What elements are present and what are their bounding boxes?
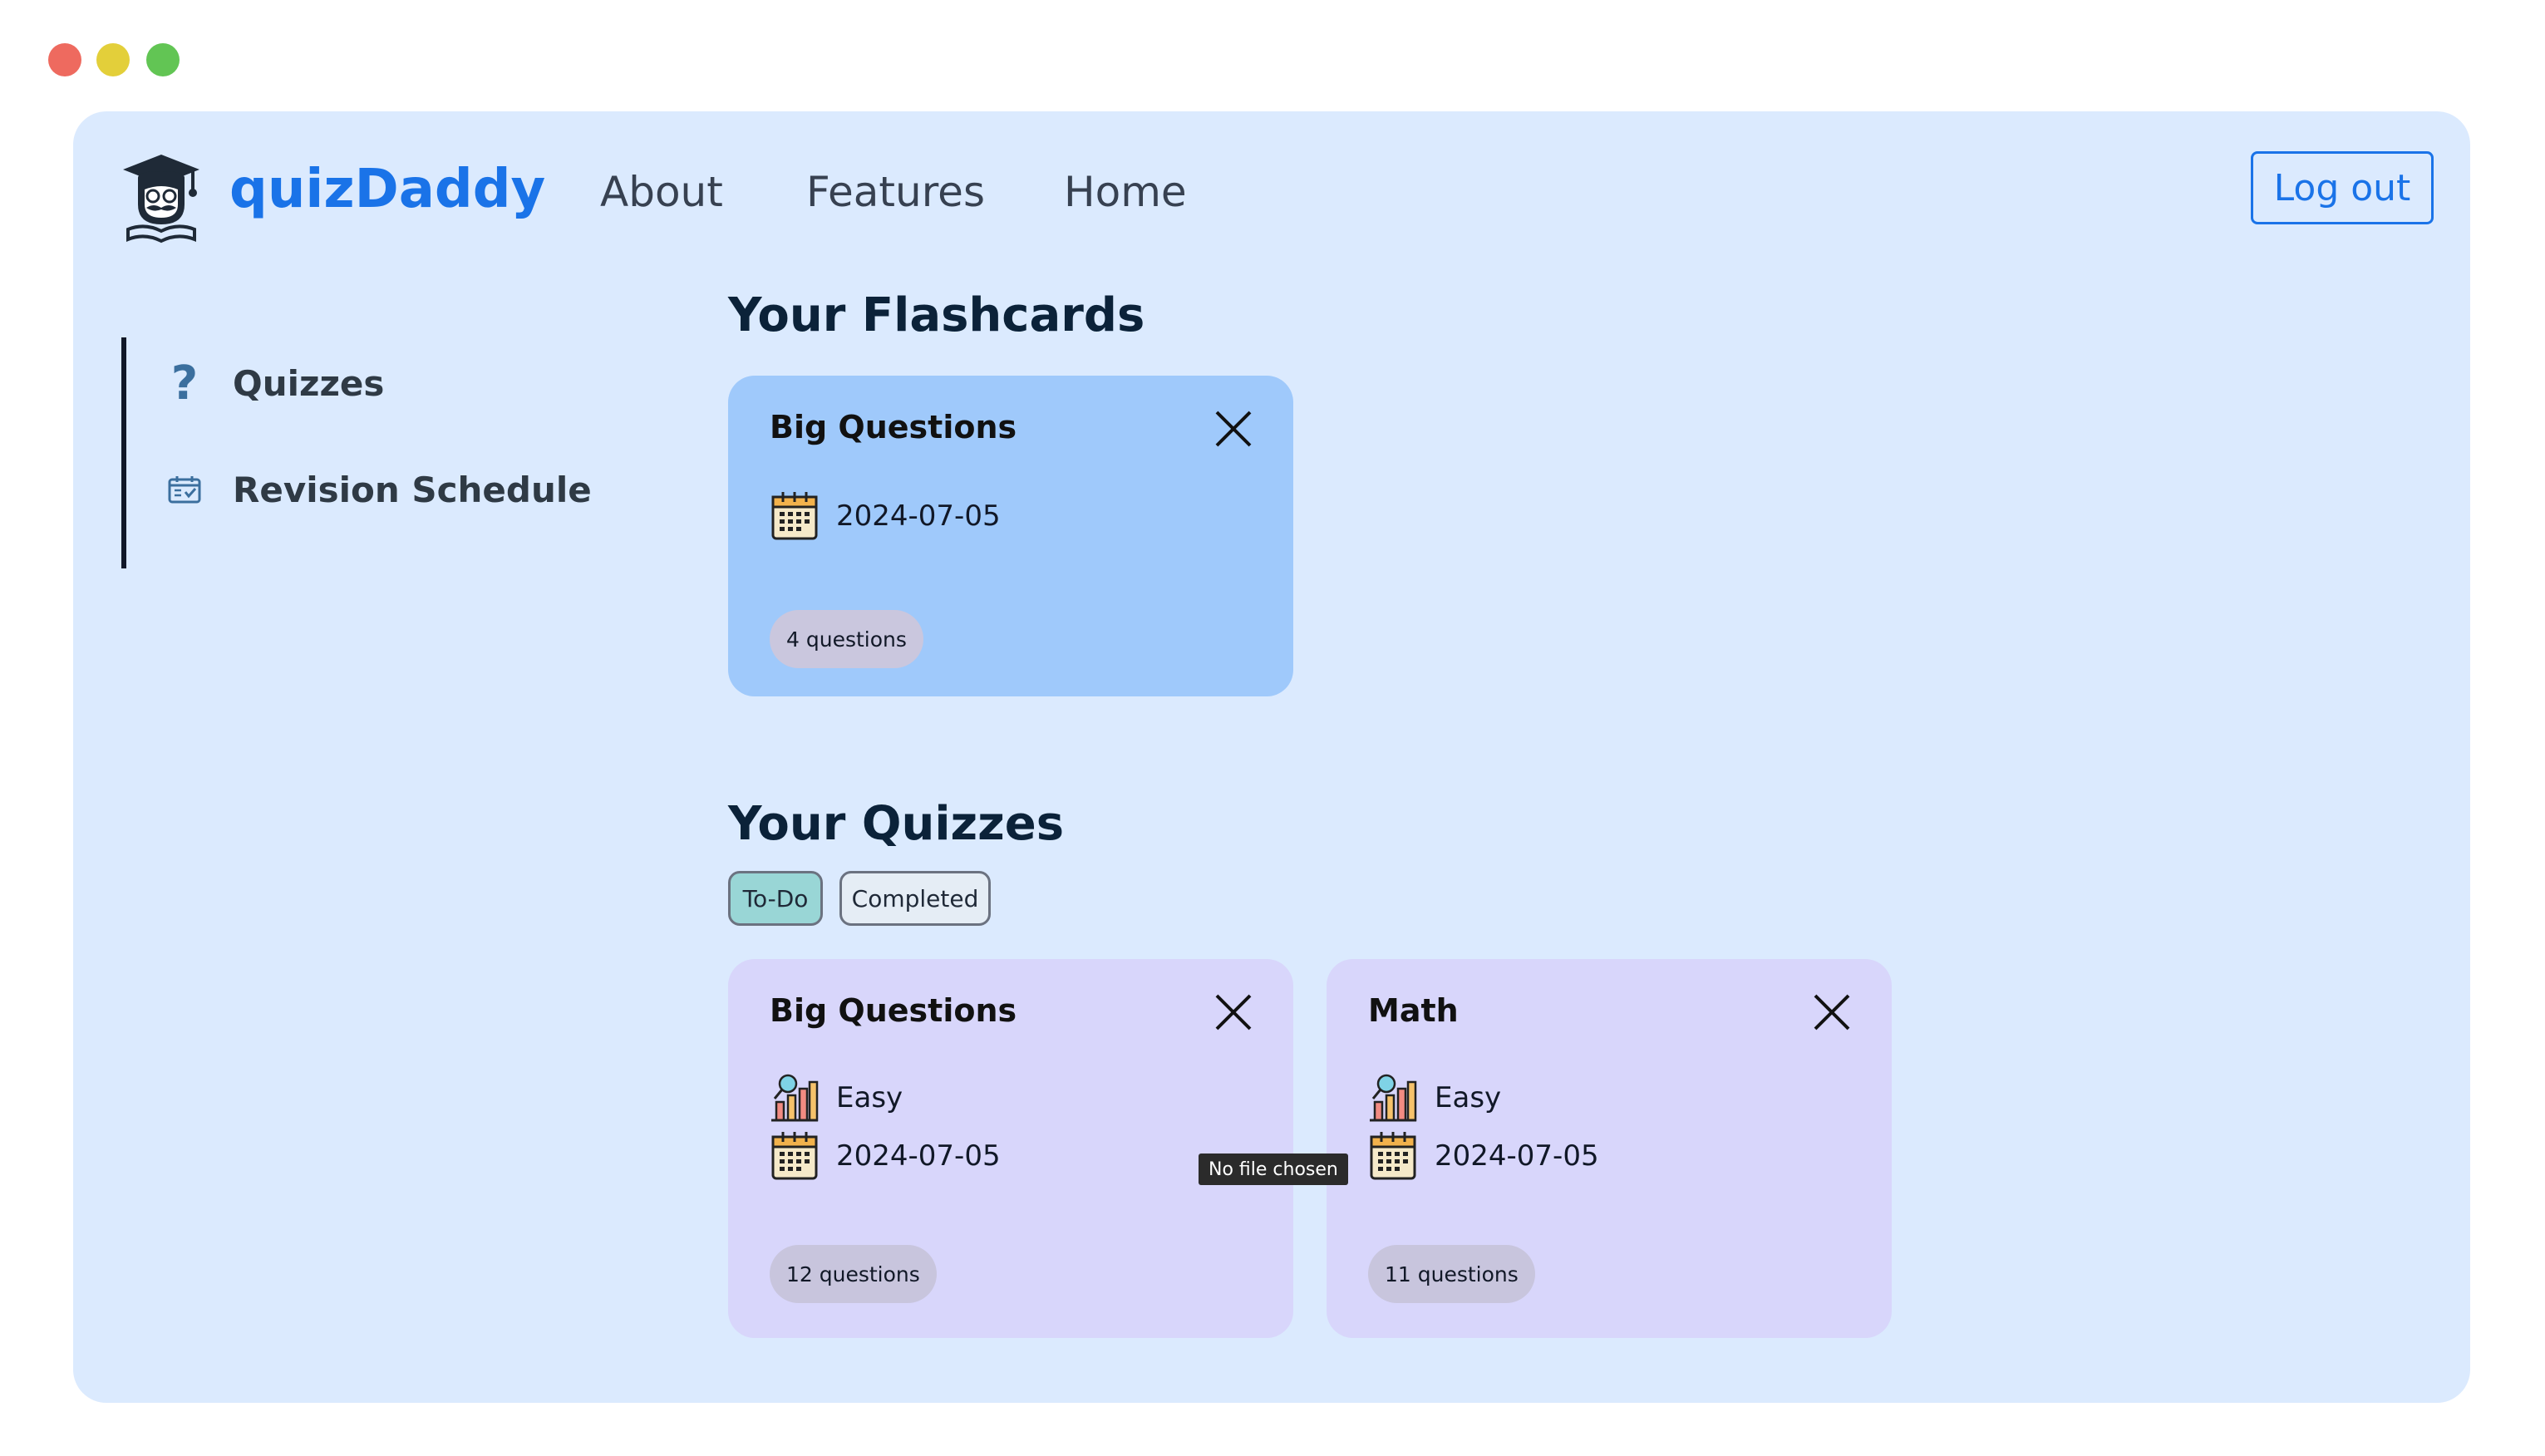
quiz-card[interactable]: Math Easy 2024-07-05 11 questions (1327, 959, 1892, 1338)
question-count-badge: 11 questions (1368, 1245, 1535, 1303)
close-icon[interactable] (1210, 406, 1257, 452)
card-title: Big Questions (770, 409, 1017, 445)
window-close-dot[interactable] (48, 43, 81, 76)
brand-name[interactable]: quizDaddy (229, 163, 545, 216)
date-row: 2024-07-05 (1368, 1130, 1599, 1182)
question-count-badge: 4 questions (770, 610, 923, 668)
difficulty-row: Easy (770, 1072, 903, 1124)
quiz-card[interactable]: Big Questions Easy 2024-07-05 12 questio… (728, 959, 1293, 1338)
close-icon[interactable] (1210, 989, 1257, 1035)
app-window: quizDaddy About Features Home Log out ? … (73, 111, 2470, 1403)
logout-button[interactable]: Log out (2251, 151, 2434, 224)
file-tooltip: No file chosen (1199, 1153, 1348, 1185)
difficulty-row: Easy (1368, 1072, 1501, 1124)
sidebar-item-revision-schedule[interactable]: Revision Schedule (168, 469, 592, 510)
nav-home[interactable]: Home (1064, 171, 1187, 213)
card-date: 2024-07-05 (836, 499, 1001, 533)
calendar-icon (771, 492, 818, 540)
nav-features[interactable]: Features (806, 171, 985, 213)
quizzes-heading: Your Quizzes (728, 797, 1065, 851)
calendar-icon (1370, 1132, 1416, 1180)
nav-about[interactable]: About (600, 171, 723, 213)
graduate-mascot-icon (123, 155, 199, 243)
calendar-check-icon (168, 469, 201, 510)
flashcards-heading: Your Flashcards (728, 288, 1145, 342)
filter-completed-button[interactable]: Completed (839, 871, 991, 926)
flashcard-card[interactable]: Big Questions 2024-07-05 4 questions (728, 376, 1293, 696)
sidebar-item-label: Revision Schedule (233, 469, 592, 510)
sidebar-item-quizzes[interactable]: ? Quizzes (168, 356, 385, 411)
difficulty-chart-icon (1370, 1074, 1417, 1122)
question-mark-icon: ? (170, 356, 199, 411)
card-title: Math (1368, 992, 1459, 1029)
close-icon[interactable] (1809, 989, 1855, 1035)
card-difficulty: Easy (836, 1081, 903, 1114)
difficulty-chart-icon (771, 1074, 819, 1122)
sidebar: ? Quizzes Revision Schedule (121, 337, 653, 568)
card-difficulty: Easy (1435, 1081, 1502, 1114)
card-date: 2024-07-05 (836, 1139, 1001, 1173)
date-row: 2024-07-05 (770, 490, 1001, 542)
filter-todo-button[interactable]: To-Do (728, 871, 823, 926)
card-date: 2024-07-05 (1435, 1139, 1599, 1173)
sidebar-item-label: Quizzes (233, 362, 385, 404)
calendar-icon (771, 1132, 818, 1180)
card-title: Big Questions (770, 992, 1017, 1029)
date-row: 2024-07-05 (770, 1130, 1001, 1182)
window-minimize-dot[interactable] (96, 43, 130, 76)
question-count-badge: 12 questions (770, 1245, 937, 1303)
window-maximize-dot[interactable] (146, 43, 180, 76)
